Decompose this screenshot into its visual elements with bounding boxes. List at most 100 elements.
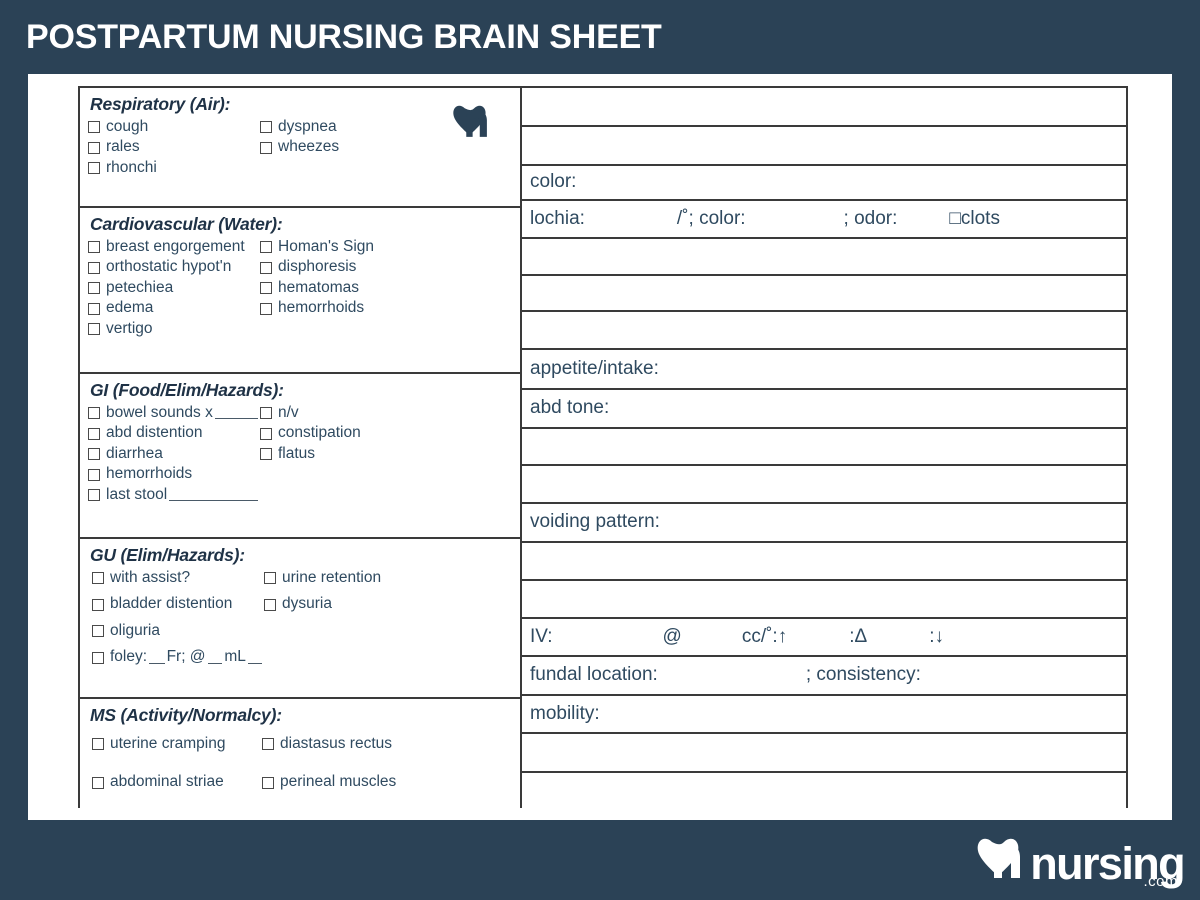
form-row-r-blank-10[interactable] [522, 734, 1126, 773]
checkbox-label: with assist? [110, 569, 191, 586]
checkbox-uterine-cramping[interactable]: uterine cramping [92, 734, 262, 754]
nursing-com-footer-logo[interactable]: nursing .com [976, 822, 1186, 890]
write-in-blank[interactable] [214, 407, 258, 420]
form-row-r-blank-2[interactable] [522, 127, 1126, 166]
checkbox-box-icon[interactable] [92, 738, 104, 751]
form-row-r-blank-5[interactable] [522, 312, 1126, 351]
checkbox-rales[interactable]: rales [88, 137, 260, 157]
checkbox-box-icon[interactable] [260, 427, 272, 440]
checkbox-hemorrhoids[interactable]: hemorrhoids [260, 298, 520, 318]
write-in-blank[interactable] [207, 652, 223, 664]
checkbox-box-icon[interactable] [260, 448, 272, 461]
checkbox-n-v[interactable]: n/v [260, 403, 520, 423]
form-row-r-blank-9[interactable] [522, 581, 1126, 619]
form-row-r-blank-3[interactable] [522, 239, 1126, 276]
checkbox-box-icon[interactable] [88, 121, 100, 134]
checkbox-box-icon[interactable] [88, 489, 100, 502]
checkbox-box-icon[interactable] [88, 323, 100, 336]
checkbox-box-icon[interactable] [88, 261, 100, 274]
checkbox-edema[interactable]: edema [88, 298, 260, 318]
checkbox-orthostatic-hypot-n[interactable]: orthostatic hypot'n [88, 257, 260, 277]
form-row-r-blank-4[interactable] [522, 276, 1126, 313]
form-row-r-lochia[interactable]: lochia: /˚; color: ; odor: □clots [522, 201, 1126, 240]
checkbox-box-icon[interactable] [88, 448, 100, 461]
form-row-r-fundal[interactable]: fundal location: ; consistency: [522, 657, 1126, 697]
checkbox-urine-retention[interactable]: urine retention [264, 568, 520, 588]
checkbox-label: cough [106, 118, 149, 135]
form-row-r-blank-11[interactable] [522, 773, 1126, 808]
field-label: cc/˚:↑ [741, 625, 788, 647]
checkbox-petechiea[interactable]: petechiea [88, 278, 260, 298]
form-row-r-blank-1[interactable] [522, 88, 1126, 128]
checkbox-label: dysuria [282, 595, 332, 613]
write-in-blank[interactable] [169, 489, 258, 502]
checkbox-foley[interactable]: foley: Fr; @ mL [92, 647, 264, 667]
checkbox-abd-distention[interactable]: abd distention [88, 423, 260, 443]
checkbox-row: rhonchi [88, 158, 520, 178]
checkbox-homan-s-sign[interactable]: Homan's Sign [260, 237, 520, 257]
checkbox-box-icon[interactable] [260, 241, 272, 254]
form-row-r-color[interactable]: color: [522, 166, 1126, 202]
checkbox-box-icon[interactable] [262, 776, 274, 789]
checkbox-last-stool[interactable]: last stool [88, 485, 260, 505]
checkbox-box-icon[interactable] [264, 572, 276, 585]
checkbox-disphoresis[interactable]: disphoresis [260, 257, 520, 277]
write-in-blank[interactable] [247, 652, 262, 664]
checkbox-box-icon[interactable] [88, 241, 100, 254]
checkbox-box-icon[interactable] [88, 407, 100, 420]
checkbox-vertigo[interactable]: vertigo [88, 319, 260, 339]
checkbox-box-icon[interactable] [88, 302, 100, 315]
checkbox-with-assist[interactable]: with assist? [92, 568, 264, 588]
checkbox-abdominal-striae[interactable]: abdominal striae [92, 772, 262, 792]
form-row-r-mobility[interactable]: mobility: [522, 696, 1126, 735]
form-row-r-blank-8[interactable] [522, 543, 1126, 582]
form-row-r-blank-7[interactable] [522, 466, 1126, 504]
checkbox-label: dyspnea [278, 118, 337, 135]
checkbox-flatus[interactable]: flatus [260, 444, 520, 464]
write-in-blank[interactable] [149, 652, 165, 664]
checkbox-box-icon[interactable] [260, 302, 272, 315]
checkbox-box-icon[interactable] [88, 162, 100, 175]
checkbox-rhonchi[interactable]: rhonchi [88, 158, 260, 178]
checkbox-hematomas[interactable]: hematomas [260, 278, 520, 298]
checkbox-dysuria[interactable]: dysuria [264, 594, 520, 614]
checkbox-box-icon[interactable] [264, 598, 276, 611]
checkbox-box-icon[interactable] [88, 282, 100, 295]
checkbox-label: orthostatic hypot'n [106, 258, 232, 276]
checkbox-box-icon[interactable] [260, 282, 272, 295]
checkbox-box-icon[interactable] [262, 738, 274, 751]
checkbox-hemorrhoids[interactable]: hemorrhoids [88, 464, 260, 484]
form-row-r-appetite[interactable]: appetite/intake: [522, 350, 1126, 390]
form-row-r-voiding[interactable]: voiding pattern: [522, 504, 1126, 543]
checkbox-box-icon[interactable] [88, 468, 100, 481]
checkbox-box-icon[interactable] [92, 572, 104, 585]
field-label: :Δ [849, 625, 868, 647]
form-row-r-blank-6[interactable] [522, 429, 1126, 467]
checkbox-box-icon[interactable] [260, 141, 272, 154]
form-row-r-abdtone[interactable]: abd tone: [522, 390, 1126, 429]
checkbox-cough[interactable]: cough [88, 117, 260, 137]
checkbox-bowel-sounds-x[interactable]: bowel sounds x [88, 403, 260, 423]
checkbox-box-icon[interactable] [92, 598, 104, 611]
checkbox-diarrhea[interactable]: diarrhea [88, 444, 260, 464]
checkbox-row: petechiea hematomas [88, 278, 520, 298]
checkbox-box-icon[interactable] [260, 261, 272, 274]
checkbox-box-icon[interactable] [260, 407, 272, 420]
checkbox-box-icon[interactable] [92, 776, 104, 789]
section-respiratory: Respiratory (Air): cough dyspnea rales wheez… [80, 88, 520, 208]
checkbox-bladder-distention[interactable]: bladder distention [92, 594, 264, 614]
checkbox-box-icon[interactable] [92, 651, 104, 664]
checkbox-row: abdominal striae perineal muscles [92, 772, 520, 792]
checkbox-box-icon[interactable] [88, 427, 100, 440]
checkbox-oliguria[interactable]: oliguria [92, 621, 264, 641]
checkbox-box-icon[interactable] [92, 625, 104, 638]
checkbox-perineal-muscles[interactable]: perineal muscles [262, 772, 520, 792]
checkbox-diastasus-rectus[interactable]: diastasus rectus [262, 734, 520, 754]
checkbox-box-icon[interactable] [88, 141, 100, 154]
checkbox-label: rhonchi [106, 158, 157, 176]
form-row-r-iv[interactable]: IV: @ cc/˚:↑:Δ:↓ [522, 619, 1126, 657]
checkbox-constipation[interactable]: constipation [260, 423, 520, 443]
checkbox-box-icon[interactable] [260, 121, 272, 134]
checkbox-label: disphoresis [278, 258, 357, 276]
checkbox-breast-engorgement[interactable]: breast engorgement [88, 237, 260, 257]
